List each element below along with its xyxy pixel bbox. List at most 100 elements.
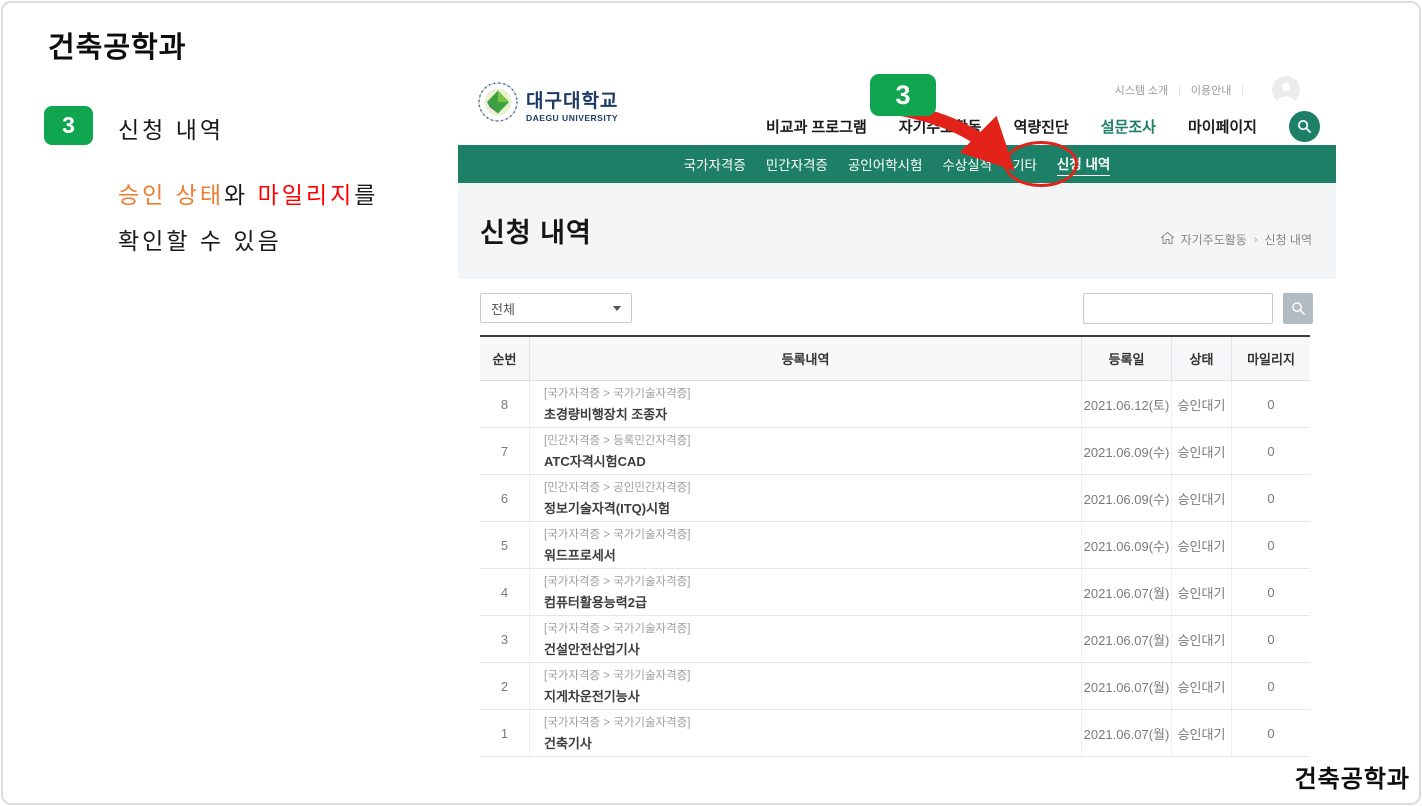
nav-item[interactable]: 설문조사 [1101,116,1156,137]
cell-detail: [국가자격증 > 국가기술자격증]초경량비행장치 조종자 [530,381,1082,427]
item-name-link[interactable]: 워드프로세서 [544,545,616,564]
page-content: 전체 순번 등록내역 등록일 상태 마일리지 8[국가자격증 > 국가기술자격증… [458,279,1336,772]
cell-status: 승인대기 [1172,475,1232,521]
item-name-link[interactable]: 초경량비행장치 조종자 [544,404,667,423]
table-row[interactable]: 6[민간자격증 > 공인민간자격증]정보기술자격(ITQ)시험2021.06.0… [480,475,1310,522]
subnav-item[interactable]: 공인어학시험 [848,154,923,174]
cell-status: 승인대기 [1172,522,1232,568]
subnav-item[interactable]: 국가자격증 [684,154,746,174]
highlight-approval-status: 승인 상태 [118,182,224,208]
cell-detail: [국가자격증 > 국가기술자격증] 지게차운전기능사 [530,663,1082,709]
user-avatar[interactable] [1272,76,1300,104]
person-icon [1272,76,1300,104]
cell-date: 2021.06.07(월) [1082,616,1172,662]
cell-date: 2021.06.07(월) [1082,569,1172,615]
cell-mileage: 0 [1232,381,1310,427]
cell-date: 2021.06.12(토) [1082,381,1172,427]
breadcrumb-parent[interactable]: 자기주도활동 [1181,231,1247,248]
table-row[interactable]: 5 [국가자격증 > 국가기술자격증] 워드프로세서 2021.06.09(수)승인대… [480,522,1310,569]
website-screenshot: 대구대학교 DAEGU UNIVERSITY 시스템 소개|이용안내| 비교과 … [458,70,1336,772]
cell-no: 8 [480,381,530,427]
filter-selected-value: 전체 [491,299,515,318]
item-name-link[interactable]: ATC자격시험CAD [544,451,646,470]
cell-no: 4 [480,569,530,615]
item-name-link[interactable]: 건설안전산업기사 [544,639,640,658]
table-row[interactable]: 3 [국가자격증 > 국가기술자격증] 건설안전산업기사 2021.06.07(월)승… [480,616,1310,663]
logo-text: 대구대학교 DAEGU UNIVERSITY [526,86,618,123]
item-name-link[interactable]: 지게차운전기능사 [544,686,640,705]
page-title-band: 신청 내역 자기주도활동 › 신청 내역 [458,183,1336,279]
highlight-mileage: 마일리지 [258,182,355,208]
cell-detail: [국가자격증 > 국가기술자격증] 건설안전산업기사 [530,616,1082,662]
page-title: 신청 내역 [480,211,592,250]
logo-name-english: DAEGU UNIVERSITY [526,113,618,123]
cell-date: 2021.06.09(수) [1082,522,1172,568]
col-header-mileage: 마일리지 [1232,337,1310,380]
cell-detail: [민간자격증 > 등록민간자격증] ATC자격시험CAD [530,428,1082,474]
category-filter-dropdown[interactable]: 전체 [480,293,632,323]
cell-status: 승인대기 [1172,428,1232,474]
item-name-link[interactable]: 건축기사 [544,733,592,752]
table-row[interactable]: 7 [민간자격증 > 등록민간자격증] ATC자격시험CAD 2021.06.09(수… [480,428,1310,475]
item-name-link[interactable]: 컴퓨터활용능력2급 [544,592,647,611]
item-category: [국가자격증 > 국가기술자격증] [544,667,690,683]
cell-detail: [국가자격증 > 국가기술자격증] 워드프로세서 [530,522,1082,568]
item-category: [국가자격증 > 국가기술자격증] [544,573,690,589]
col-header-date: 등록일 [1082,337,1172,380]
subnav-item[interactable]: 기타 [1012,154,1037,174]
table-row[interactable]: 2[국가자격증 > 국가기술자격증]지게차운전기능사2021.06.07(월)승… [480,663,1310,710]
nav-item[interactable]: 역량진단 [1014,116,1069,137]
step-text: 와 [224,182,258,208]
item-name-link[interactable]: 정보기술자격(ITQ)시험 [544,498,670,517]
slide-footer-dept: 건축공학과 [1295,759,1410,794]
home-icon[interactable] [1161,232,1174,247]
main-nav: 비교과 프로그램 자기주도활동 역량진단 설문조사 마이페이지 [766,111,1320,142]
subnav-item[interactable]: 민간자격증 [766,154,828,174]
cell-no: 5 [480,522,530,568]
step-text-end: 를 [354,182,378,208]
item-category: [민간자격증 > 공인민간자격증] [544,479,690,495]
item-category: [국가자격증 > 국가기술자격증] [544,526,690,542]
col-header-detail: 등록내역 [530,337,1082,380]
cell-date: 2021.06.07(월) [1082,710,1172,756]
table-row[interactable]: 8[국가자격증 > 국가기술자격증]초경량비행장치 조종자2021.06.12(… [480,381,1310,428]
search-icon [1291,301,1306,316]
search-icon [1297,119,1312,134]
cell-no: 3 [480,616,530,662]
subnav-item-current[interactable]: 신청 내역 [1057,153,1110,176]
item-category: [국가자격증 > 국가기술자격증] [544,620,690,636]
university-logo[interactable]: 대구대학교 DAEGU UNIVERSITY [478,82,618,127]
table-row[interactable]: 4 [국가자격증 > 국가기술자격증] 컴퓨터활용능력2급 2021.06.07(월)… [480,569,1310,616]
chevron-down-icon [613,306,621,311]
cell-mileage: 0 [1232,616,1310,662]
item-category: [민간자격증 > 등록민간자격증] [544,432,690,448]
cell-no: 6 [480,475,530,521]
search-input[interactable] [1083,293,1273,324]
nav-item[interactable]: 자기주도활동 [899,116,982,137]
nav-item[interactable]: 비교과 프로그램 [766,116,867,137]
col-header-status: 상태 [1172,337,1232,380]
table-row[interactable]: 1[국가자격증 > 국가기술자격증]건축기사2021.06.07(월)승인대기0 [480,710,1310,757]
utility-link[interactable]: 이용안내 [1191,82,1231,98]
cell-mileage: 0 [1232,710,1310,756]
utility-link[interactable]: 시스템 소개 [1115,82,1169,98]
cell-mileage: 0 [1232,663,1310,709]
nav-search-button[interactable] [1289,111,1320,142]
table-header-row: 순번 등록내역 등록일 상태 마일리지 [480,337,1310,381]
logo-name-korean: 대구대학교 [526,86,618,113]
breadcrumb: 자기주도활동 › 신청 내역 [1161,231,1312,248]
step-title: 신청 내역 [118,111,224,145]
search-submit-button[interactable] [1283,293,1313,324]
cell-detail: [민간자격증 > 공인민간자격증] 정보기술자격(ITQ)시험 [530,475,1082,521]
nav-item[interactable]: 마이페이지 [1188,116,1257,137]
step-description-line2: 확인할 수 있음 [118,222,282,256]
subnav-item[interactable]: 수상실적 [942,154,992,174]
cell-detail: [국가자격증 > 국가기술자격증] 컴퓨터활용능력2급 [530,569,1082,615]
cell-date: 2021.06.07(월) [1082,663,1172,709]
slide-title: 건축공학과 [48,24,186,66]
cell-no: 7 [480,428,530,474]
cell-status: 승인대기 [1172,616,1232,662]
breadcrumb-separator: › [1254,234,1258,246]
cell-no: 1 [480,710,530,756]
cell-date: 2021.06.09(수) [1082,428,1172,474]
